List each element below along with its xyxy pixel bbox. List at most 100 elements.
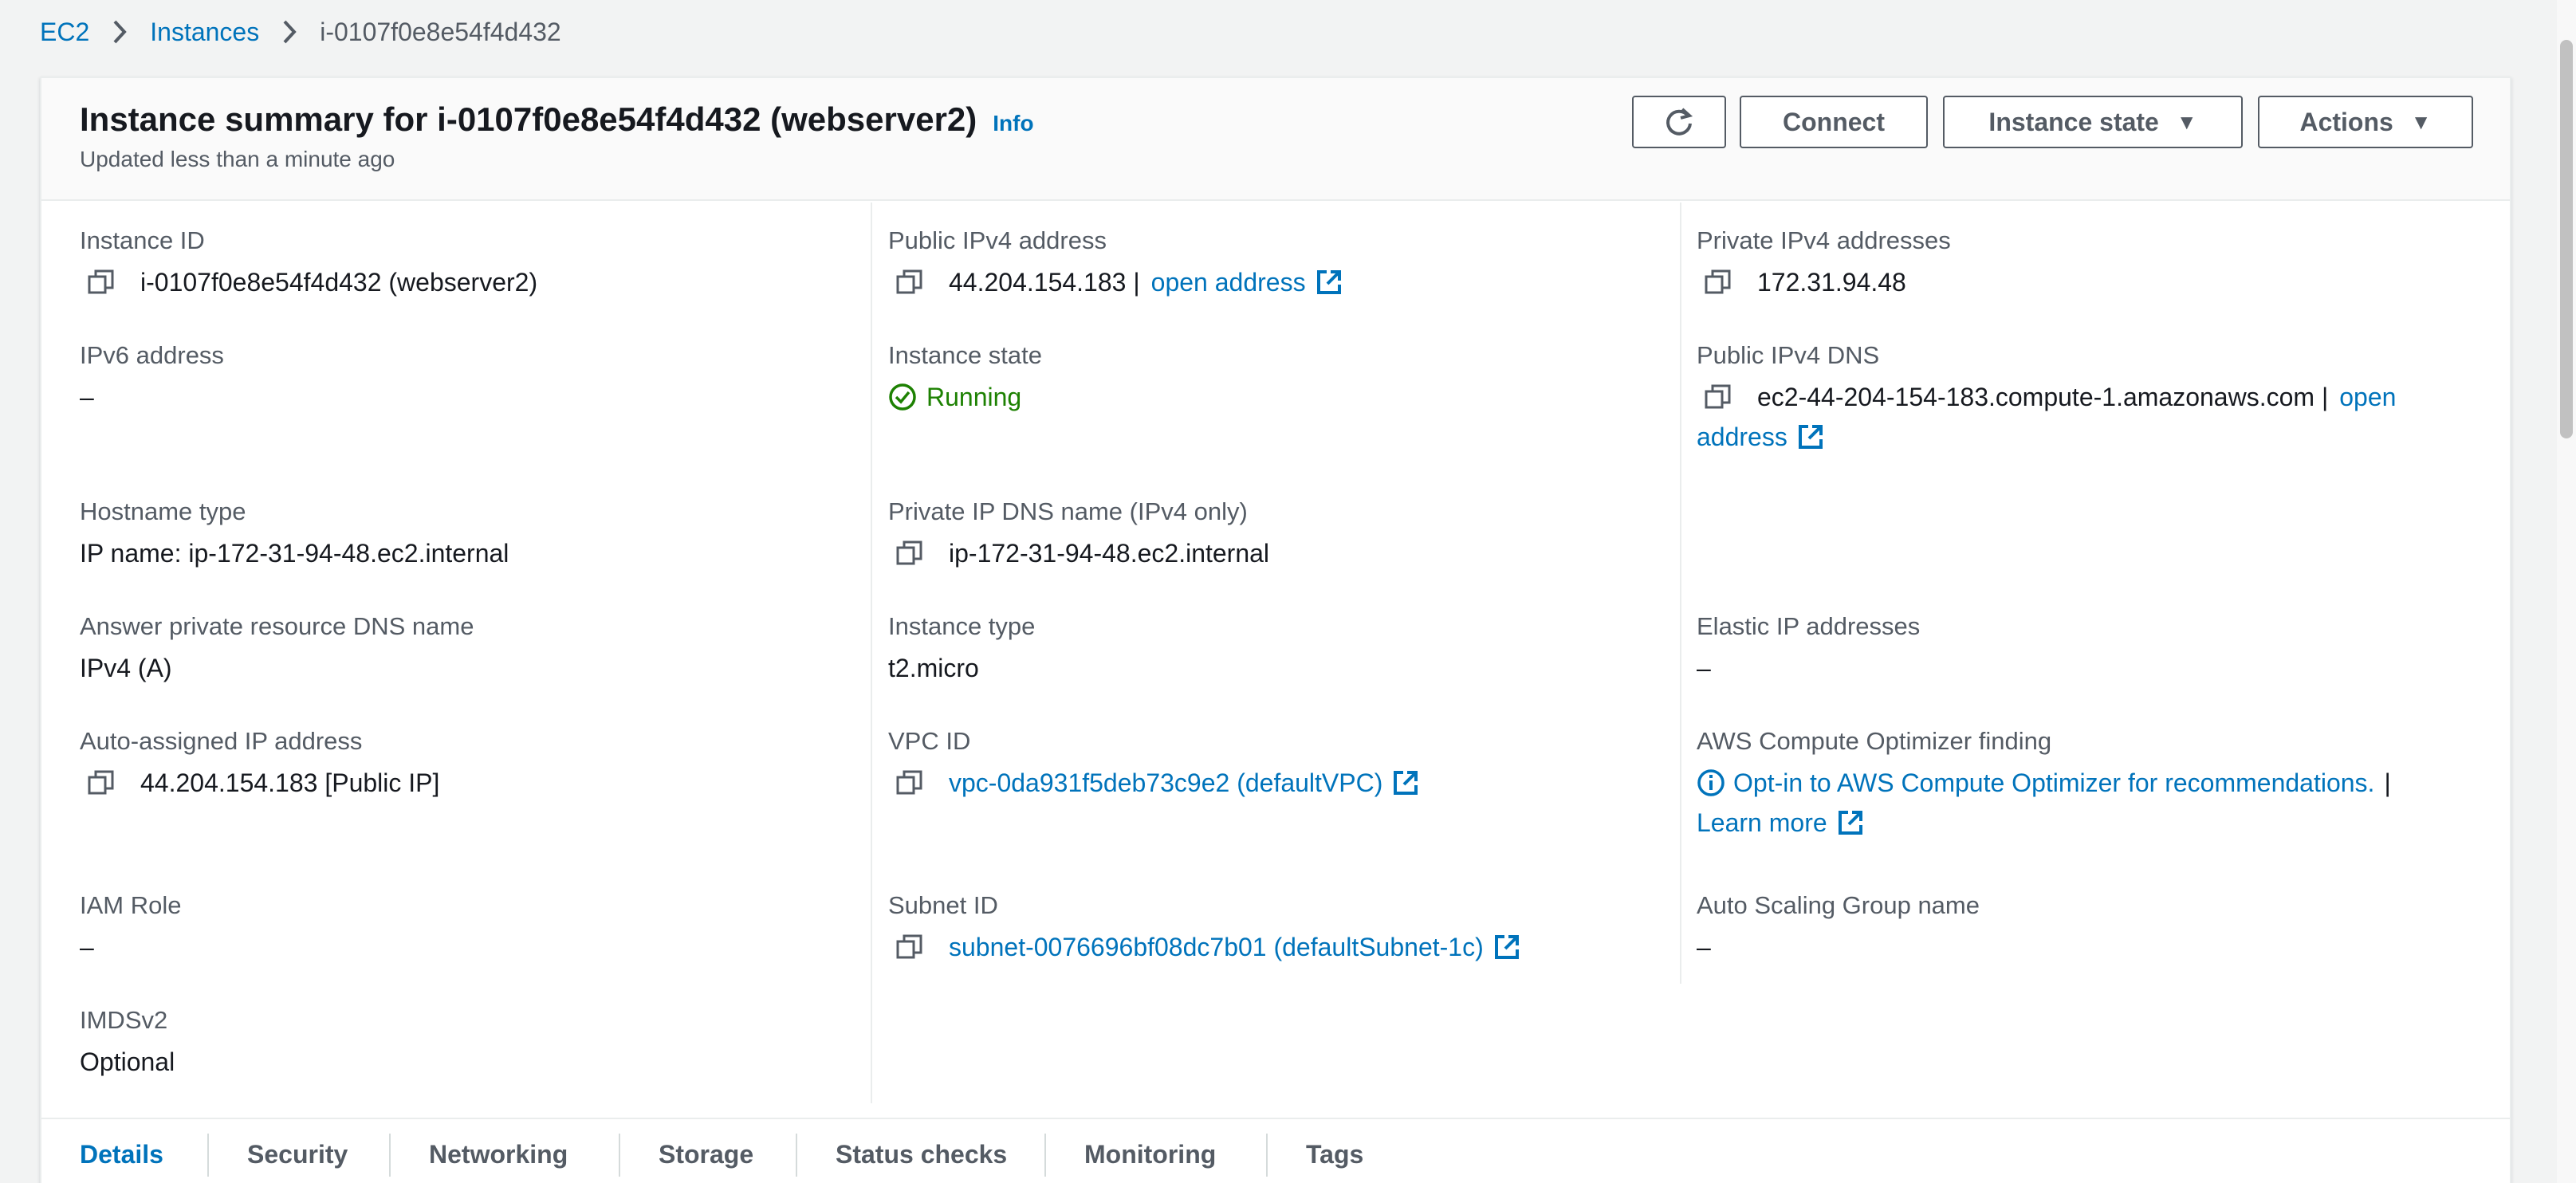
subnet-id-link[interactable]: subnet-0076696bf08dc7b01 (defaultSubnet-… xyxy=(949,931,1484,963)
field-label: IMDSv2 xyxy=(80,1006,168,1034)
tab-status-checks[interactable]: Status checks xyxy=(836,1119,1007,1183)
panel-header: Instance summary for i-0107f0e8e54f4d432… xyxy=(41,78,2510,201)
field-label: Instance ID xyxy=(80,226,205,254)
tab-divider xyxy=(1044,1134,1046,1177)
external-link-icon[interactable] xyxy=(1797,423,1824,450)
optimizer-opt-in-link[interactable]: Opt-in to AWS Compute Optimizer for reco… xyxy=(1733,767,2374,799)
external-link-icon[interactable] xyxy=(1837,809,1864,836)
tab-divider xyxy=(619,1134,620,1177)
field-value: ec2-44-204-154-183.compute-1.amazonaws.c… xyxy=(1697,381,2396,413)
info-link[interactable]: Info xyxy=(993,111,1033,136)
field-value: 44.204.154.183 | open address xyxy=(888,266,1343,298)
field-value: t2.micro xyxy=(888,654,979,682)
field-label: Instance state xyxy=(888,341,1043,369)
field-answer-dns: Answer private resource DNS name IPv4 (A… xyxy=(80,611,474,684)
page-scrollbar[interactable] xyxy=(2557,0,2576,1183)
copy-icon[interactable] xyxy=(1705,381,1735,413)
public-dns-value: ec2-44-204-154-183.compute-1.amazonaws.c… xyxy=(1757,383,2329,411)
field-label: Answer private resource DNS name xyxy=(80,612,474,640)
private-ipv4-value: 172.31.94.48 xyxy=(1757,268,1906,297)
column-divider xyxy=(1680,202,1681,984)
copy-icon[interactable] xyxy=(896,931,926,963)
copy-icon[interactable] xyxy=(896,266,926,298)
tab-security[interactable]: Security xyxy=(247,1119,348,1183)
tab-divider xyxy=(796,1134,797,1177)
external-link-icon[interactable] xyxy=(1316,269,1343,296)
field-label: IAM Role xyxy=(80,891,182,919)
external-link-icon[interactable] xyxy=(1493,933,1520,961)
field-value: Running xyxy=(888,381,1042,413)
field-label: Private IP DNS name (IPv4 only) xyxy=(888,497,1248,525)
check-circle-icon xyxy=(889,383,916,411)
field-value: 44.204.154.183 [Public IP] xyxy=(80,767,439,799)
separator: | xyxy=(2384,768,2391,797)
breadcrumb: EC2 Instances i-0107f0e8e54f4d432 xyxy=(40,13,561,51)
external-link-icon[interactable] xyxy=(1392,769,1419,796)
field-value: Opt-in to AWS Compute Optimizer for reco… xyxy=(1697,767,2391,799)
page-title: Instance summary for i-0107f0e8e54f4d432… xyxy=(80,100,1034,139)
field-value: vpc-0da931f5deb73c9e2 (defaultVPC) xyxy=(888,767,1419,799)
tab-storage[interactable]: Storage xyxy=(659,1119,753,1183)
tab-tags[interactable]: Tags xyxy=(1306,1119,1363,1183)
open-address-link-continued[interactable]: address xyxy=(1697,416,1787,458)
breadcrumb-current: i-0107f0e8e54f4d432 xyxy=(320,17,561,46)
field-value: 172.31.94.48 xyxy=(1697,266,1951,298)
field-value: – xyxy=(80,933,94,961)
field-value: subnet-0076696bf08dc7b01 (defaultSubnet-… xyxy=(888,931,1520,963)
private-dns-value: ip-172-31-94-48.ec2.internal xyxy=(949,539,1270,568)
copy-icon[interactable] xyxy=(896,537,926,569)
auto-ip-value: 44.204.154.183 [Public IP] xyxy=(140,768,440,797)
tab-details[interactable]: Details xyxy=(80,1119,163,1183)
field-imdsv2: IMDSv2 Optional xyxy=(80,1004,175,1078)
field-label: Auto Scaling Group name xyxy=(1697,891,1980,919)
instance-id-value: i-0107f0e8e54f4d432 (webserver2) xyxy=(140,268,538,297)
open-address-link[interactable]: open xyxy=(2339,381,2396,413)
connect-button[interactable]: Connect xyxy=(1740,96,1928,148)
vpc-id-link[interactable]: vpc-0da931f5deb73c9e2 (defaultVPC) xyxy=(949,767,1382,799)
actions-dropdown[interactable]: Actions ▼ xyxy=(2258,96,2473,148)
field-value: IPv4 (A) xyxy=(80,654,172,682)
field-vpc-id: VPC ID vpc-0da931f5deb73c9e2 (defaultVPC… xyxy=(888,725,1419,799)
instance-state-dropdown[interactable]: Instance state ▼ xyxy=(1943,96,2243,148)
tab-divider xyxy=(207,1134,209,1177)
field-auto-ip: Auto-assigned IP address 44.204.154.183 … xyxy=(80,725,439,799)
field-value: IP name: ip-172-31-94-48.ec2.internal xyxy=(80,539,509,568)
learn-more-link[interactable]: Learn more xyxy=(1697,802,1827,843)
field-value: i-0107f0e8e54f4d432 (webserver2) xyxy=(80,266,537,298)
field-label: Instance type xyxy=(888,612,1036,640)
field-label: Elastic IP addresses xyxy=(1697,612,1921,640)
tab-divider xyxy=(389,1134,391,1177)
field-private-ipv4: Private IPv4 addresses 172.31.94.48 xyxy=(1697,225,1951,298)
field-value: – xyxy=(1697,654,1711,682)
field-value: Optional xyxy=(80,1047,175,1076)
copy-icon[interactable] xyxy=(1705,266,1735,298)
field-optimizer: AWS Compute Optimizer finding Opt-in to … xyxy=(1697,725,2391,843)
field-label: VPC ID xyxy=(888,727,971,755)
instance-state-label: Instance state xyxy=(1988,107,2159,136)
breadcrumb-instances-link[interactable]: Instances xyxy=(150,18,259,47)
field-elastic-ip: Elastic IP addresses – xyxy=(1697,611,1920,684)
public-ipv4-value: 44.204.154.183 | xyxy=(949,268,1140,297)
tab-monitoring[interactable]: Monitoring xyxy=(1084,1119,1216,1183)
field-subnet-id: Subnet ID subnet-0076696bf08dc7b01 (defa… xyxy=(888,890,1520,963)
field-ipv6: IPv6 address – xyxy=(80,340,224,413)
field-label: Subnet ID xyxy=(888,891,998,919)
column-divider xyxy=(871,202,872,1103)
caret-down-icon: ▼ xyxy=(2176,109,2197,134)
copy-icon[interactable] xyxy=(88,767,118,799)
scrollbar-thumb[interactable] xyxy=(2560,40,2573,438)
refresh-button[interactable] xyxy=(1632,96,1726,148)
field-value-continued: Learn more xyxy=(1697,802,2391,843)
copy-icon[interactable] xyxy=(88,266,118,298)
field-public-dns: Public IPv4 DNS ec2-44-204-154-183.compu… xyxy=(1697,340,2396,458)
refresh-icon xyxy=(1666,108,1693,136)
instance-state-value: Running xyxy=(926,383,1022,411)
field-private-dns: Private IP DNS name (IPv4 only) ip-172-3… xyxy=(888,496,1269,569)
field-label: Private IPv4 addresses xyxy=(1697,226,1951,254)
breadcrumb-ec2-link[interactable]: EC2 xyxy=(40,18,89,47)
open-address-link[interactable]: open address xyxy=(1151,266,1306,298)
tab-networking[interactable]: Networking xyxy=(429,1119,568,1183)
field-value: – xyxy=(1697,933,1711,961)
copy-icon[interactable] xyxy=(896,767,926,799)
info-circle-icon xyxy=(1697,768,1725,797)
